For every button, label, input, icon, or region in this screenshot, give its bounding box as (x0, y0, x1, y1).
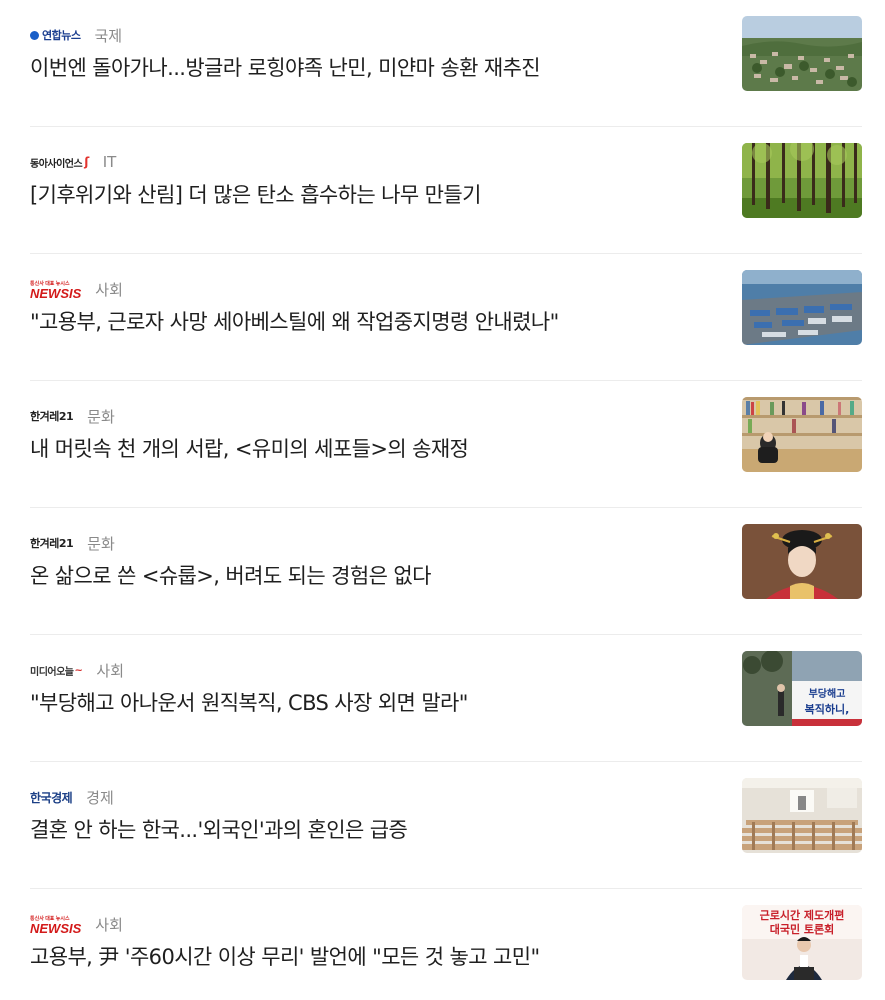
publisher-logo[interactable]: 한겨레21 (30, 408, 74, 424)
headline-link[interactable]: 결혼 안 하는 한국...'외국인'과의 혼인은 급증 (30, 814, 720, 844)
mediaoneul-logo-icon: ~ (74, 664, 83, 676)
news-item[interactable]: 동아사이언스 ʃ IT [기후위기와 산림] 더 많은 탄소 흡수하는 나무 만… (30, 127, 862, 254)
thumb-banner-line2: 대국민 토론회 (770, 922, 835, 936)
news-feed: 연합뉴스 국제 이번엔 돌아가나...방글라 로힝야족 난민, 미얀마 송환 재… (0, 0, 885, 1000)
thumb-sign-line2: 복직하니, (805, 702, 850, 716)
forest-photo[interactable] (742, 143, 862, 218)
publisher-logo[interactable]: 연합뉴스 (30, 27, 81, 43)
publisher-name: 연합뉴스 (42, 29, 81, 42)
category-label: 문화 (87, 534, 115, 553)
publisher-name: 한국경제 (30, 790, 73, 805)
headline-link[interactable]: [기후위기와 산림] 더 많은 탄소 흡수하는 나무 만들기 (30, 179, 720, 209)
wedding-hall-photo[interactable] (742, 778, 862, 853)
category-label: 사회 (95, 280, 123, 299)
drama-actress-photo[interactable] (742, 524, 862, 599)
category-label: 문화 (87, 407, 115, 426)
thumb-sign-line1: 부당해고 (809, 687, 846, 700)
article-meta: 한겨레21 문화 (30, 405, 115, 427)
category-label: 사회 (95, 915, 123, 934)
news-item[interactable]: 통신사 대표 뉴시스 NEWSIS 사회 고용부, 尹 '주60시간 이상 무리… (30, 889, 862, 1000)
news-item[interactable]: 한겨레21 문화 온 삶으로 쓴 <슈룹>, 버려도 되는 경험은 없다 (30, 508, 862, 635)
press-conference-photo[interactable]: 근로시간 제도개편 대국민 토론회 (742, 905, 862, 980)
publisher-logo[interactable]: 통신사 대표 뉴시스 NEWSIS (30, 914, 82, 936)
news-item[interactable]: 연합뉴스 국제 이번엔 돌아가나...방글라 로힝야족 난민, 미얀마 송환 재… (30, 0, 862, 127)
publisher-name: 한겨레21 (30, 410, 74, 423)
dongascience-logo-icon: ʃ (84, 155, 89, 169)
news-item[interactable]: 한겨레21 문화 내 머릿속 천 개의 서랍, <유미의 세포들>의 송재정 (30, 381, 862, 508)
yonhap-logo-icon (30, 30, 39, 40)
headline-link[interactable]: 이번엔 돌아가나...방글라 로힝야족 난민, 미얀마 송환 재추진 (30, 52, 720, 82)
publisher-name: 동아사이언스 (30, 158, 83, 170)
category-label: IT (102, 153, 117, 171)
article-meta: 통신사 대표 뉴시스 NEWSIS 사회 (30, 913, 123, 936)
article-meta: 한국경제 경제 (30, 786, 114, 808)
headline-link[interactable]: 내 머릿속 천 개의 서랍, <유미의 세포들>의 송재정 (30, 433, 720, 463)
publisher-name: NEWSIS (30, 921, 82, 936)
headline-link[interactable]: "부당해고 아나운서 원직복직, CBS 사장 외면 말라" (30, 687, 720, 717)
headline-link[interactable]: "고용부, 근로자 사망 세아베스틸에 왜 작업중지명령 안내렸나" (30, 306, 720, 336)
article-meta: 동아사이언스 ʃ IT (30, 151, 116, 173)
article-meta: 한겨레21 문화 (30, 532, 115, 554)
article-meta: 연합뉴스 국제 (30, 24, 122, 46)
publisher-name: 한겨레21 (30, 537, 74, 550)
news-item[interactable]: 통신사 대표 뉴시스 NEWSIS 사회 "고용부, 근로자 사망 세아베스틸에… (30, 254, 862, 381)
publisher-logo[interactable]: 한겨레21 (30, 535, 74, 551)
category-label: 경제 (86, 788, 114, 807)
news-item[interactable]: 한국경제 경제 결혼 안 하는 한국...'외국인'과의 혼인은 급증 (30, 762, 862, 889)
thumb-banner-line1: 근로시간 제도개편 (760, 908, 845, 922)
industrial-port-photo[interactable] (742, 270, 862, 345)
category-label: 국제 (94, 26, 123, 45)
category-label: 사회 (96, 661, 124, 680)
bookshelf-interview-photo[interactable] (742, 397, 862, 472)
publisher-logo[interactable]: 미디어오늘 ~ (30, 663, 83, 678)
publisher-logo[interactable]: 한국경제 (30, 789, 73, 806)
news-item[interactable]: 미디어오늘 ~ 사회 "부당해고 아나운서 원직복직, CBS 사장 외면 말라… (30, 635, 862, 762)
article-meta: 통신사 대표 뉴시스 NEWSIS 사회 (30, 278, 123, 301)
protest-sign-photo[interactable]: 부당해고 복직하니, (742, 651, 862, 726)
publisher-name: 미디어오늘 (30, 666, 74, 678)
publisher-name: NEWSIS (30, 286, 82, 301)
publisher-logo[interactable]: 동아사이언스 ʃ (30, 155, 89, 170)
hillside-village-photo[interactable] (742, 16, 862, 91)
headline-link[interactable]: 고용부, 尹 '주60시간 이상 무리' 발언에 "모든 것 놓고 고민" (30, 941, 720, 971)
headline-link[interactable]: 온 삶으로 쓴 <슈룹>, 버려도 되는 경험은 없다 (30, 560, 720, 590)
publisher-logo[interactable]: 통신사 대표 뉴시스 NEWSIS (30, 279, 82, 301)
article-meta: 미디어오늘 ~ 사회 (30, 659, 124, 681)
